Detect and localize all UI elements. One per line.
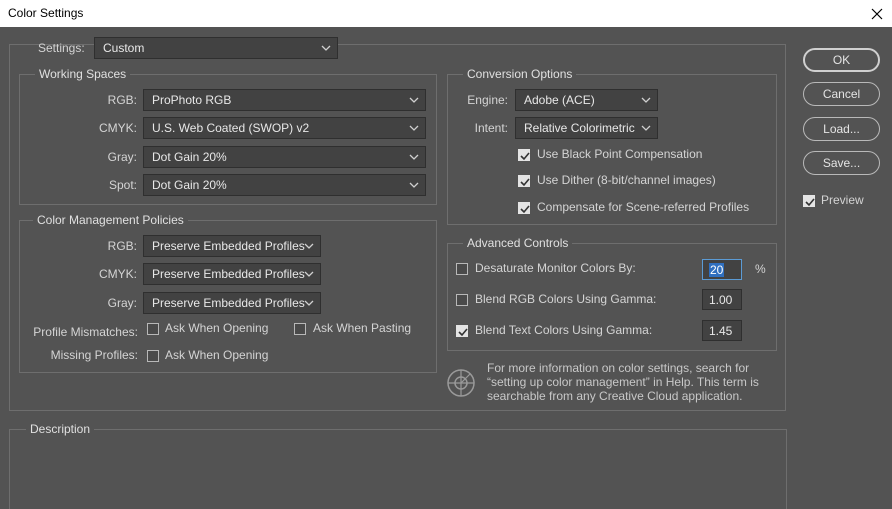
missing-ask-when-opening-label[interactable]: Ask When Opening <box>165 348 268 362</box>
profile-mismatches-label: Profile Mismatches: <box>33 325 138 339</box>
policy-rgb-value: Preserve Embedded Profiles <box>152 239 305 253</box>
ws-spot-label: Spot: <box>108 178 137 192</box>
chevron-down-icon <box>409 97 419 103</box>
chevron-down-icon <box>409 154 419 160</box>
blend-rgb-input[interactable]: 1.00 <box>702 289 742 310</box>
description-title: Description <box>26 422 95 436</box>
intent-label: Intent: <box>474 121 508 135</box>
settings-dropdown[interactable]: Custom <box>94 37 338 59</box>
blend-text-label[interactable]: Blend Text Colors Using Gamma: <box>475 323 652 337</box>
policy-cmyk-dropdown[interactable]: Preserve Embedded Profiles <box>143 263 321 285</box>
ws-rgb-label: RGB: <box>107 93 137 107</box>
policy-rgb-dropdown[interactable]: Preserve Embedded Profiles <box>143 235 321 257</box>
chevron-down-icon <box>304 271 314 277</box>
blend-text-value: 1.45 <box>709 324 733 338</box>
conversion-title: Conversion Options <box>463 67 577 81</box>
black-point-checkbox[interactable] <box>518 149 530 161</box>
window-title: Color Settings <box>8 6 84 20</box>
policy-gray-value: Preserve Embedded Profiles <box>152 296 305 310</box>
policy-cmyk-value: Preserve Embedded Profiles <box>152 267 305 281</box>
engine-dropdown[interactable]: Adobe (ACE) <box>515 89 658 111</box>
intent-value: Relative Colorimetric <box>524 121 635 135</box>
ws-cmyk-label: CMYK: <box>98 121 137 135</box>
color-settings-globe-icon <box>446 368 476 398</box>
engine-value: Adobe (ACE) <box>524 93 595 107</box>
missing-profiles-label: Missing Profiles: <box>50 348 138 362</box>
chevron-down-icon <box>321 45 331 51</box>
ws-rgb-value: ProPhoto RGB <box>152 93 232 107</box>
blend-rgb-label[interactable]: Blend RGB Colors Using Gamma: <box>475 292 656 306</box>
policies-title: Color Management Policies <box>33 213 188 227</box>
cancel-button[interactable]: Cancel <box>803 82 880 106</box>
info-line-3: searchable from any Creative Cloud appli… <box>487 389 743 403</box>
desaturate-unit: % <box>755 262 766 276</box>
chevron-down-icon <box>304 300 314 306</box>
chevron-down-icon <box>409 125 419 131</box>
title-bar: Color Settings <box>0 0 892 27</box>
checkmark-icon <box>520 178 530 187</box>
working-spaces-title: Working Spaces <box>35 67 131 81</box>
intent-dropdown[interactable]: Relative Colorimetric <box>515 117 658 139</box>
missing-ask-when-opening-checkbox[interactable] <box>147 350 159 362</box>
desaturate-label[interactable]: Desaturate Monitor Colors By: <box>475 261 636 275</box>
blend-rgb-checkbox[interactable] <box>456 294 468 306</box>
ask-when-opening-label[interactable]: Ask When Opening <box>165 321 268 335</box>
ws-cmyk-value: U.S. Web Coated (SWOP) v2 <box>152 121 310 135</box>
ws-gray-value: Dot Gain 20% <box>152 150 227 164</box>
ask-when-pasting-label[interactable]: Ask When Pasting <box>313 321 411 335</box>
close-icon[interactable] <box>862 0 892 27</box>
policy-cmyk-label: CMYK: <box>98 267 137 281</box>
chevron-down-icon <box>641 97 651 103</box>
checkmark-icon <box>520 152 530 161</box>
ws-spot-value: Dot Gain 20% <box>152 178 227 192</box>
dither-label[interactable]: Use Dither (8-bit/channel images) <box>537 173 716 187</box>
ws-gray-label: Gray: <box>107 150 137 164</box>
desaturate-input[interactable]: 20 <box>702 259 742 280</box>
policy-rgb-label: RGB: <box>107 239 137 253</box>
checkmark-icon <box>520 205 530 214</box>
blend-rgb-value: 1.00 <box>709 293 733 307</box>
description-group <box>9 429 787 509</box>
desaturate-checkbox[interactable] <box>456 263 468 275</box>
chevron-down-icon <box>641 125 651 131</box>
scene-referred-checkbox[interactable] <box>518 202 530 214</box>
preview-checkbox[interactable] <box>803 195 815 207</box>
advanced-title: Advanced Controls <box>463 236 573 250</box>
preview-label[interactable]: Preview <box>821 193 864 207</box>
blend-text-checkbox[interactable] <box>456 325 468 337</box>
desaturate-value: 20 <box>709 263 725 277</box>
ws-rgb-dropdown[interactable]: ProPhoto RGB <box>143 89 426 111</box>
ask-when-pasting-checkbox[interactable] <box>294 323 306 335</box>
chevron-down-icon <box>409 182 419 188</box>
black-point-label[interactable]: Use Black Point Compensation <box>537 147 702 161</box>
dither-checkbox[interactable] <box>518 175 530 187</box>
ok-button[interactable]: OK <box>803 48 880 72</box>
checkmark-icon <box>458 328 468 337</box>
blend-text-input[interactable]: 1.45 <box>702 320 742 341</box>
ws-spot-dropdown[interactable]: Dot Gain 20% <box>143 174 426 196</box>
policy-gray-label: Gray: <box>107 296 137 310</box>
engine-label: Engine: <box>467 93 508 107</box>
settings-label: Settings: <box>38 41 85 55</box>
policy-gray-dropdown[interactable]: Preserve Embedded Profiles <box>143 292 321 314</box>
checkmark-icon <box>805 198 815 207</box>
info-line-1: For more information on color settings, … <box>487 361 750 375</box>
chevron-down-icon <box>304 243 314 249</box>
ask-when-opening-checkbox[interactable] <box>147 323 159 335</box>
settings-value: Custom <box>103 41 145 55</box>
ws-gray-dropdown[interactable]: Dot Gain 20% <box>143 146 426 168</box>
save-button[interactable]: Save... <box>803 151 880 175</box>
ws-cmyk-dropdown[interactable]: U.S. Web Coated (SWOP) v2 <box>143 117 426 139</box>
load-button[interactable]: Load... <box>803 117 880 141</box>
scene-referred-label[interactable]: Compensate for Scene-referred Profiles <box>537 200 749 214</box>
info-line-2: “setting up color management” in Help. T… <box>487 375 759 389</box>
